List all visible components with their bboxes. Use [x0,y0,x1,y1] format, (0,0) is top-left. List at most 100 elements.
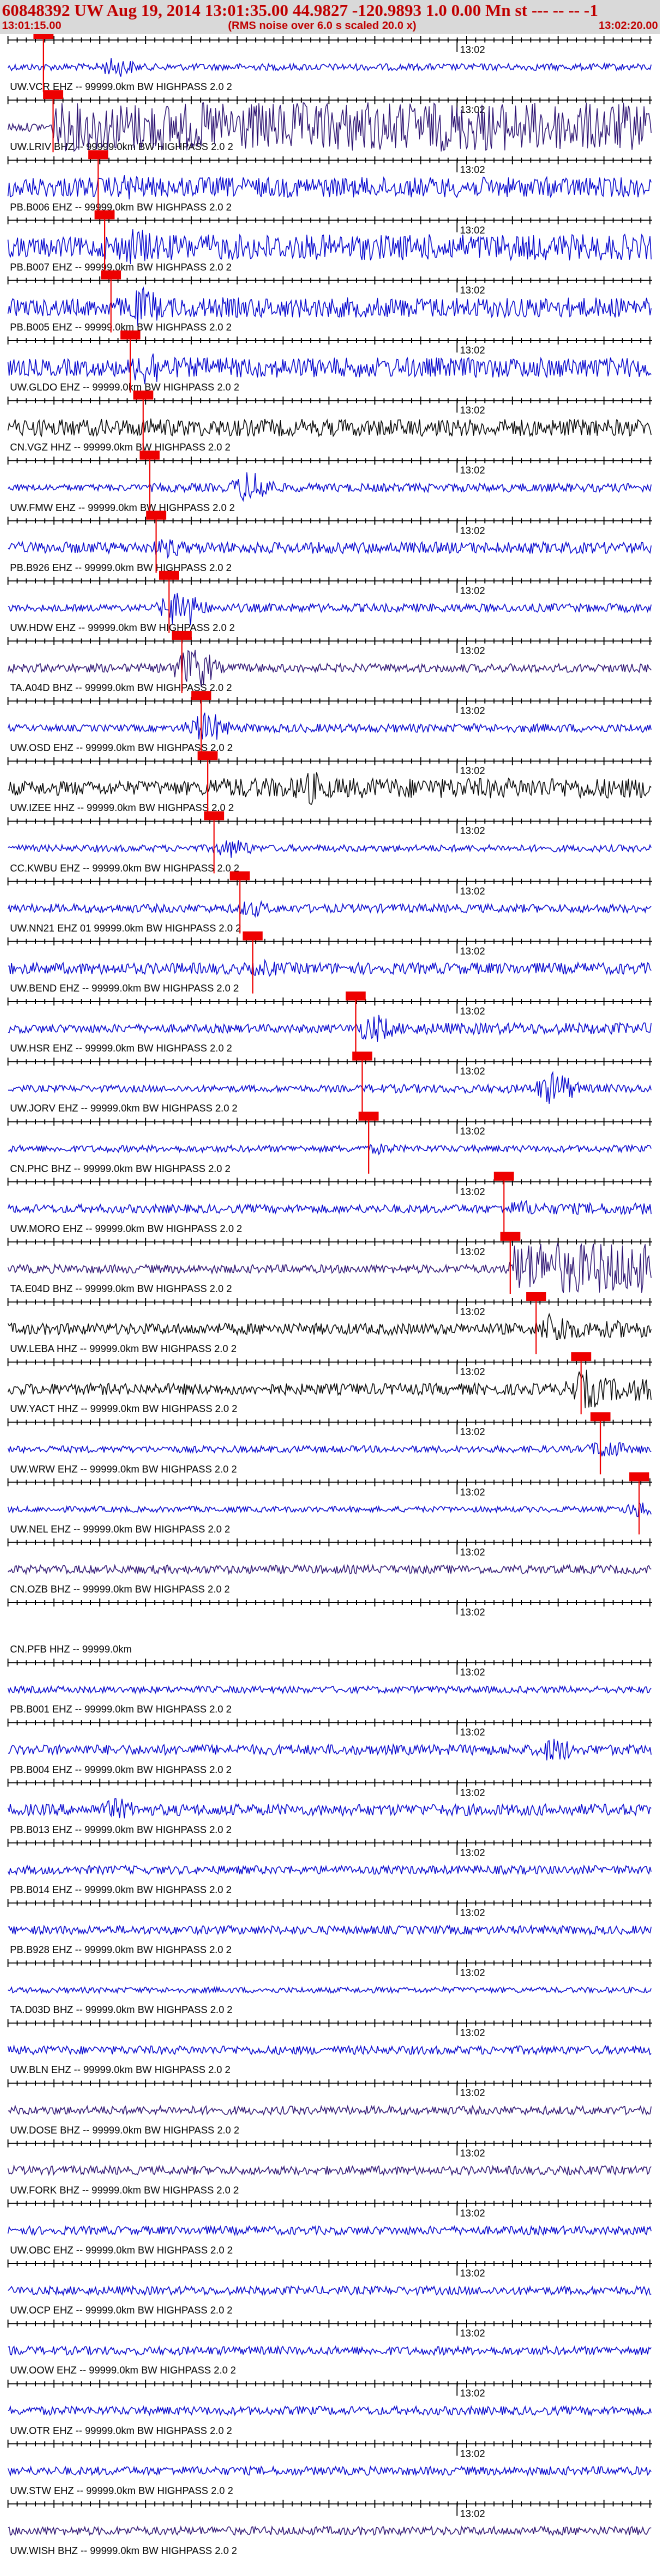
trace-label: PB.B004 EHZ -- 99999.0km BW HIGHPASS 2.0… [10,1765,232,1776]
trace-row: 13:02 UW.FMW EHZ -- 99999.0km BW HIGHPASS… [7,450,652,514]
trace-label: CN.PHC BHZ -- 99999.0km BW HIGHPASS 2.0 … [10,1164,231,1175]
minute-label: 13:02 [460,345,485,356]
minute-label: 13:02 [460,45,485,56]
waveform [7,539,652,559]
pick-marker [571,1352,592,1362]
minute-label: 13:02 [460,1127,485,1138]
trace-row: 13:02 CN.OZB BHZ -- 99999.0km BW HIGHPASS… [7,1538,652,1595]
scale-note: (RMS noise over 6.0 s scaled 20.0 x) [228,20,417,32]
trace-label: PB.B928 EHZ -- 99999.0km BW HIGHPASS 2.0… [10,1945,232,1956]
trace-row: 13:02 CC.KWBU EHZ -- 99999.0km BW HIGHPAS… [7,811,652,874]
header-bar: 60848392 UW Aug 19, 2014 13:01:35.00 44.… [0,0,660,34]
trace-row: 13:02UW.OSD EHZ -- 99999.0km BW HIGHPASS… [7,691,652,754]
pick-marker [197,751,218,761]
minute-label: 13:02 [460,1547,485,1558]
trace-label: PB.B926 EHZ -- 99999.0km BW HIGHPASS 2.0… [10,563,232,574]
trace-label: UW.DOSE BHZ -- 99999.0km BW HIGHPASS 2.0… [10,2125,240,2136]
minute-label: 13:02 [460,1247,485,1258]
trace-label: UW.HSR EHZ -- 99999.0km BW HIGHPASS 2.0 … [10,1044,233,1055]
waveform [7,1985,652,1995]
pick-marker [204,811,225,821]
minute-label: 13:02 [460,225,485,236]
waveform [7,900,652,918]
trace-label: PB.B014 EHZ -- 99999.0km BW HIGHPASS 2.0… [10,1885,232,1896]
waveform [7,286,652,326]
waveform [7,2164,652,2177]
waveform [7,2465,652,2477]
waveform [7,592,652,626]
trace-row: 13:02 UW.OOW EHZ -- 99999.0km BW HIGHPASS… [7,2319,652,2377]
minute-label: 13:02 [460,1607,485,1618]
trace-row: 13:02 UW.MORO EHZ -- 99999.0km BW HIGHPAS… [7,1171,652,1235]
waveform [7,1143,652,1156]
trace-row: 13:02 UW.GLDO EHZ -- 99999.0km BW HIGHPAS… [7,330,652,394]
waveform [7,712,652,740]
trace-row: 13:02 UW.NN21 EHZ 01 99999.0km BW HIGHPAS… [7,871,652,934]
minute-label: 13:02 [460,165,485,176]
pick-marker [358,1111,379,1121]
waveform [7,1798,652,1819]
minute-label: 13:02 [460,826,485,837]
waveform [7,1441,652,1457]
trace-row: 13:02 UW.LEBA HHZ -- 99999.0km BW HIGHPAS… [7,1292,652,1355]
trace-label: CC.KWBU EHZ -- 99999.0km BW HIGHPASS 2.0… [10,863,240,874]
trace-row: 13:02 UW.NEL EHZ -- 99999.0km BW HIGHPASS… [7,1472,652,1535]
waveform [7,2224,652,2237]
waveform [7,1070,652,1105]
minute-label: 13:02 [460,2329,485,2340]
waveform [7,418,652,438]
minute-label: 13:02 [460,586,485,597]
minute-label: 13:02 [460,2148,485,2159]
minute-label: 13:02 [460,2449,485,2460]
waveform [7,1199,652,1216]
trace-label: UW.NEL EHZ -- 99999.0km BW HIGHPASS 2.0 … [10,1524,231,1535]
minute-label: 13:02 [460,2028,485,2039]
trace-row: 13:02 PB.B014 EHZ -- 99999.0km BW HIGHPAS… [7,1838,652,1896]
waveform [7,1369,652,1409]
trace-row: 13:02 CN.PFB HHZ -- 99999.0km [7,1598,652,1656]
trace-row: 13:02 UW.JORV EHZ -- 99999.0km BW HIGHPAS… [7,1051,652,1115]
trace-row: 13:02 UW.HSR EHZ -- 99999.0km BW HIGHPASS… [7,991,652,1055]
trace-label: PB.B006 EHZ -- 99999.0km BW HIGHPASS 2.0… [10,202,232,213]
minute-label: 13:02 [460,706,485,717]
trace-label: UW.JORV EHZ -- 99999.0km BW HIGHPASS 2.0… [10,1104,238,1115]
trace-label: UW.YACT HHZ -- 99999.0km BW HIGHPASS 2.0… [10,1404,238,1415]
minute-label: 13:02 [460,766,485,777]
waveform [7,2285,652,2297]
minute-label: 13:02 [460,406,485,417]
waveform [7,57,652,77]
pick-marker [526,1292,547,1301]
trace-row: 13:02TA.A04D BHZ -- 99999.0km BW HIGHPAS… [7,630,652,694]
pick-marker [139,450,160,460]
waveform [7,1684,652,1695]
trace-row: 13:02 UW.WRW EHZ -- 99999.0km BW HIGHPASS… [7,1412,652,1475]
minute-label: 13:02 [460,1307,485,1318]
trace-label: UW.LRIV BHZ -- 99999.0km BW HIGHPASS 2.0… [10,142,234,153]
minute-label: 13:02 [460,1007,485,1018]
waveform [7,1312,652,1341]
minute-label: 13:02 [460,1848,485,1859]
waveform [7,2044,652,2056]
minute-label: 13:02 [460,1908,485,1919]
trace-label: TA.E04D BHZ -- 99999.0km BW HIGHPASS 2.0… [10,1284,232,1295]
trace-label: UW.STW EHZ -- 99999.0km BW HIGHPASS 2.0 … [10,2486,234,2497]
minute-label: 13:02 [460,1668,485,1679]
waveform [7,353,652,385]
trace-row: 13:02 UW.IZEE HHZ -- 99999.0km BW HIGHPAS… [7,751,652,814]
pick-marker [493,1171,514,1181]
pick-marker [101,270,122,280]
pick-marker [229,871,250,881]
waveform [7,472,652,503]
minute-label: 13:02 [460,1427,485,1438]
start-time-label: 13:01:15.00 [2,20,62,32]
trace-label: UW.HDW EHZ -- 99999.0km BW HIGHPASS 2.0 … [10,623,235,634]
trace-label: TA.D03D BHZ -- 99999.0km BW HIGHPASS 2.0… [10,2005,233,2016]
trace-row: 13:02 TA.D03D BHZ -- 99999.0km BW HIGHPAS… [7,1959,652,2016]
pick-marker [94,210,115,220]
trace-label: UW.BLN EHZ -- 99999.0km BW HIGHPASS 2.0 … [10,2065,231,2076]
trace-row: 13:02PB.B007 EHZ -- 99999.0km BW HIGHPAS… [7,210,652,273]
trace-label: UW.OOW EHZ -- 99999.0km BW HIGHPASS 2.0 … [10,2366,236,2377]
pick-marker [159,570,179,580]
pick-marker [629,1472,650,1482]
trace-row: 13:02 PB.B013 EHZ -- 99999.0km BW HIGHPAS… [7,1778,652,1836]
